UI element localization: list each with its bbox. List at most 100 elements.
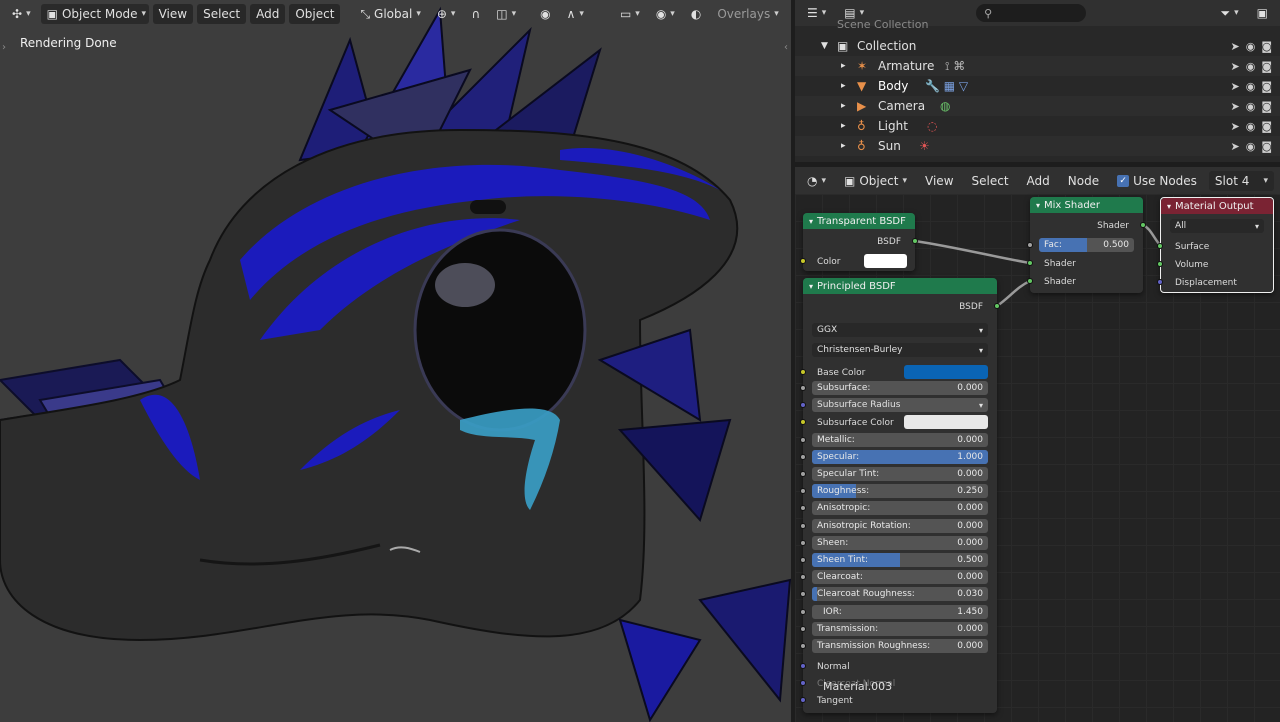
node-header[interactable]: ▾ Mix Shader: [1030, 197, 1143, 213]
collapse-arrow-icon[interactable]: ▼: [821, 41, 828, 51]
param-slider[interactable]: Roughness: 0.250: [812, 484, 988, 499]
distribution-dropdown[interactable]: GGX ▾: [812, 323, 988, 337]
param-slider[interactable]: Anisotropic: 0.000: [812, 501, 988, 516]
input-socket[interactable]: [800, 574, 806, 581]
target-dropdown[interactable]: All ▾: [1170, 219, 1264, 233]
collapse-icon[interactable]: ▾: [809, 217, 813, 226]
scene-collection-row[interactable]: Scene Collection: [795, 18, 1280, 30]
input-socket[interactable]: [1027, 260, 1033, 266]
node-mix-shader[interactable]: ▾ Mix Shader Shader Fac: 0.500 Shader Sh…: [1027, 197, 1146, 293]
subsurface-method-dropdown[interactable]: Christensen-Burley ▾: [812, 343, 988, 357]
input-socket[interactable]: [1027, 278, 1033, 284]
eye-icon[interactable]: ◉: [1246, 140, 1256, 153]
3d-viewport[interactable]: ✣ ▾ ▣ Object Mode ▾ View Select Add Objec…: [0, 0, 791, 722]
overlays-dropdown[interactable]: Overlays ▾: [711, 4, 784, 24]
snap-dropdown[interactable]: ◫ ▾: [490, 4, 522, 24]
editor-type-button[interactable]: ✣ ▾: [6, 4, 37, 24]
expand-arrow-icon[interactable]: ▸: [841, 141, 846, 151]
proportional-toggle[interactable]: ◉: [534, 4, 556, 24]
input-socket[interactable]: [800, 402, 806, 409]
menu-add[interactable]: Add: [250, 4, 286, 24]
input-socket[interactable]: [1157, 261, 1163, 267]
input-socket[interactable]: [800, 505, 806, 512]
param-slider[interactable]: Anisotropic Rotation: 0.000: [812, 518, 988, 533]
param-slider[interactable]: Clearcoat Roughness: 0.030: [812, 587, 988, 602]
param-slider[interactable]: Sheen Tint: 0.500: [812, 553, 988, 567]
select-icon[interactable]: ➤: [1230, 60, 1239, 73]
camera-icon[interactable]: ◙: [1261, 140, 1272, 153]
expand-arrow-icon[interactable]: ▸: [841, 81, 846, 91]
collapse-icon[interactable]: ▾: [1036, 201, 1040, 210]
expand-arrow-icon[interactable]: ▸: [841, 101, 846, 111]
subsurface-color-swatch[interactable]: [904, 415, 988, 430]
input-socket[interactable]: [800, 522, 806, 529]
param-slider[interactable]: Specular Tint: 0.000: [812, 467, 988, 481]
param-slider[interactable]: IOR: 1.450: [812, 604, 988, 619]
input-socket[interactable]: [800, 680, 806, 686]
param-slider[interactable]: Subsurface: 0.000: [812, 381, 988, 395]
falloff-dropdown[interactable]: ∧ ▾: [561, 4, 590, 24]
collection-row[interactable]: ▼ ▣ Collection ➤ ◉ ◙: [795, 36, 1280, 56]
param-slider[interactable]: Transmission Roughness: 0.000: [812, 639, 988, 653]
outliner-item-light[interactable]: ▸ ♁ Light ◌ ➤ ◉ ◙: [795, 116, 1280, 136]
input-socket[interactable]: [800, 625, 806, 632]
base-color-swatch[interactable]: [904, 365, 988, 379]
collapse-icon[interactable]: ▾: [1167, 202, 1171, 211]
camera-icon[interactable]: ◙: [1261, 120, 1272, 133]
input-socket[interactable]: [800, 436, 806, 443]
param-slider[interactable]: Specular: 1.000: [812, 449, 988, 464]
select-icon[interactable]: ➤: [1230, 100, 1239, 113]
input-socket[interactable]: [800, 258, 806, 264]
input-socket[interactable]: [800, 539, 806, 546]
shader-node-editor[interactable]: ◔ ▾ ▣ Object ▾ View Select Add Node ✓ Use…: [795, 167, 1280, 722]
input-socket[interactable]: [1027, 242, 1033, 248]
expand-arrow-icon[interactable]: ▸: [841, 61, 846, 71]
node-principled-bsdf[interactable]: ▾ Principled BSDF BSDF GGX ▾ Christensen-…: [800, 278, 1000, 713]
input-socket[interactable]: [800, 369, 806, 375]
collapse-icon[interactable]: ▾: [809, 282, 813, 291]
toolbar-expand-icon[interactable]: ›: [2, 42, 6, 53]
input-socket[interactable]: [800, 471, 806, 477]
node-material-output[interactable]: ▾ Material Output All ▾ Surface Volume Di…: [1157, 197, 1274, 293]
outliner-item-sun[interactable]: ▸ ♁ Sun ☀ ➤ ◉ ◙: [795, 136, 1280, 156]
xray-toggle[interactable]: ▨: [789, 4, 791, 24]
camera-icon[interactable]: ◙: [1261, 60, 1272, 73]
node-header[interactable]: ▾ Principled BSDF: [803, 278, 997, 294]
input-socket[interactable]: [1157, 279, 1163, 285]
param-slider[interactable]: Metallic: 0.000: [812, 432, 988, 447]
gizmo-toggle[interactable]: ◐: [685, 4, 707, 24]
menu-view[interactable]: View: [152, 4, 194, 24]
pivot-dropdown[interactable]: ⊕ ▾: [431, 4, 462, 24]
outliner-item-camera[interactable]: ▸ ▶ Camera ◍ ➤ ◉ ◙: [795, 96, 1280, 116]
input-socket[interactable]: [800, 557, 806, 563]
select-icon[interactable]: ➤: [1230, 120, 1239, 133]
param-slider[interactable]: Sheen: 0.000: [812, 535, 988, 550]
orientation-dropdown[interactable]: ⤡ Global ▾: [354, 4, 426, 24]
menu-object[interactable]: Object: [289, 4, 341, 24]
snap-toggle[interactable]: ∩: [465, 4, 486, 24]
color-swatch[interactable]: [864, 254, 907, 268]
input-socket[interactable]: [800, 697, 806, 703]
input-socket[interactable]: [800, 453, 806, 460]
param-slider[interactable]: Clearcoat: 0.000: [812, 570, 988, 585]
input-socket[interactable]: [1157, 243, 1163, 249]
input-socket[interactable]: [800, 591, 806, 598]
input-socket[interactable]: [800, 608, 806, 615]
camera-icon[interactable]: ◙: [1261, 100, 1272, 113]
output-socket[interactable]: [1140, 222, 1146, 228]
outliner-item-body[interactable]: ▸ ▼ Body 🔧 ▦ ▽ ➤ ◉ ◙: [795, 76, 1280, 96]
expand-arrow-icon[interactable]: ▸: [841, 121, 846, 131]
mode-dropdown[interactable]: ▣ Object Mode ▾: [40, 4, 149, 24]
output-socket[interactable]: [994, 303, 1000, 309]
node-header[interactable]: ▾ Transparent BSDF: [803, 213, 915, 229]
input-socket[interactable]: [800, 385, 806, 391]
param-slider[interactable]: Transmission: 0.000: [812, 621, 988, 636]
output-socket[interactable]: [912, 238, 918, 244]
visibility-dropdown[interactable]: ◉ ▾: [650, 4, 681, 24]
node-transparent-bsdf[interactable]: ▾ Transparent BSDF BSDF Color: [800, 213, 918, 271]
input-socket[interactable]: [800, 643, 806, 649]
outliner-item-armature[interactable]: ▸ ✶ Armature ⟟ ⌘ ➤ ◉ ◙: [795, 56, 1280, 76]
node-header[interactable]: ▾ Material Output: [1161, 198, 1273, 214]
select-icon[interactable]: ➤: [1230, 40, 1239, 53]
eye-icon[interactable]: ◉: [1246, 40, 1256, 53]
